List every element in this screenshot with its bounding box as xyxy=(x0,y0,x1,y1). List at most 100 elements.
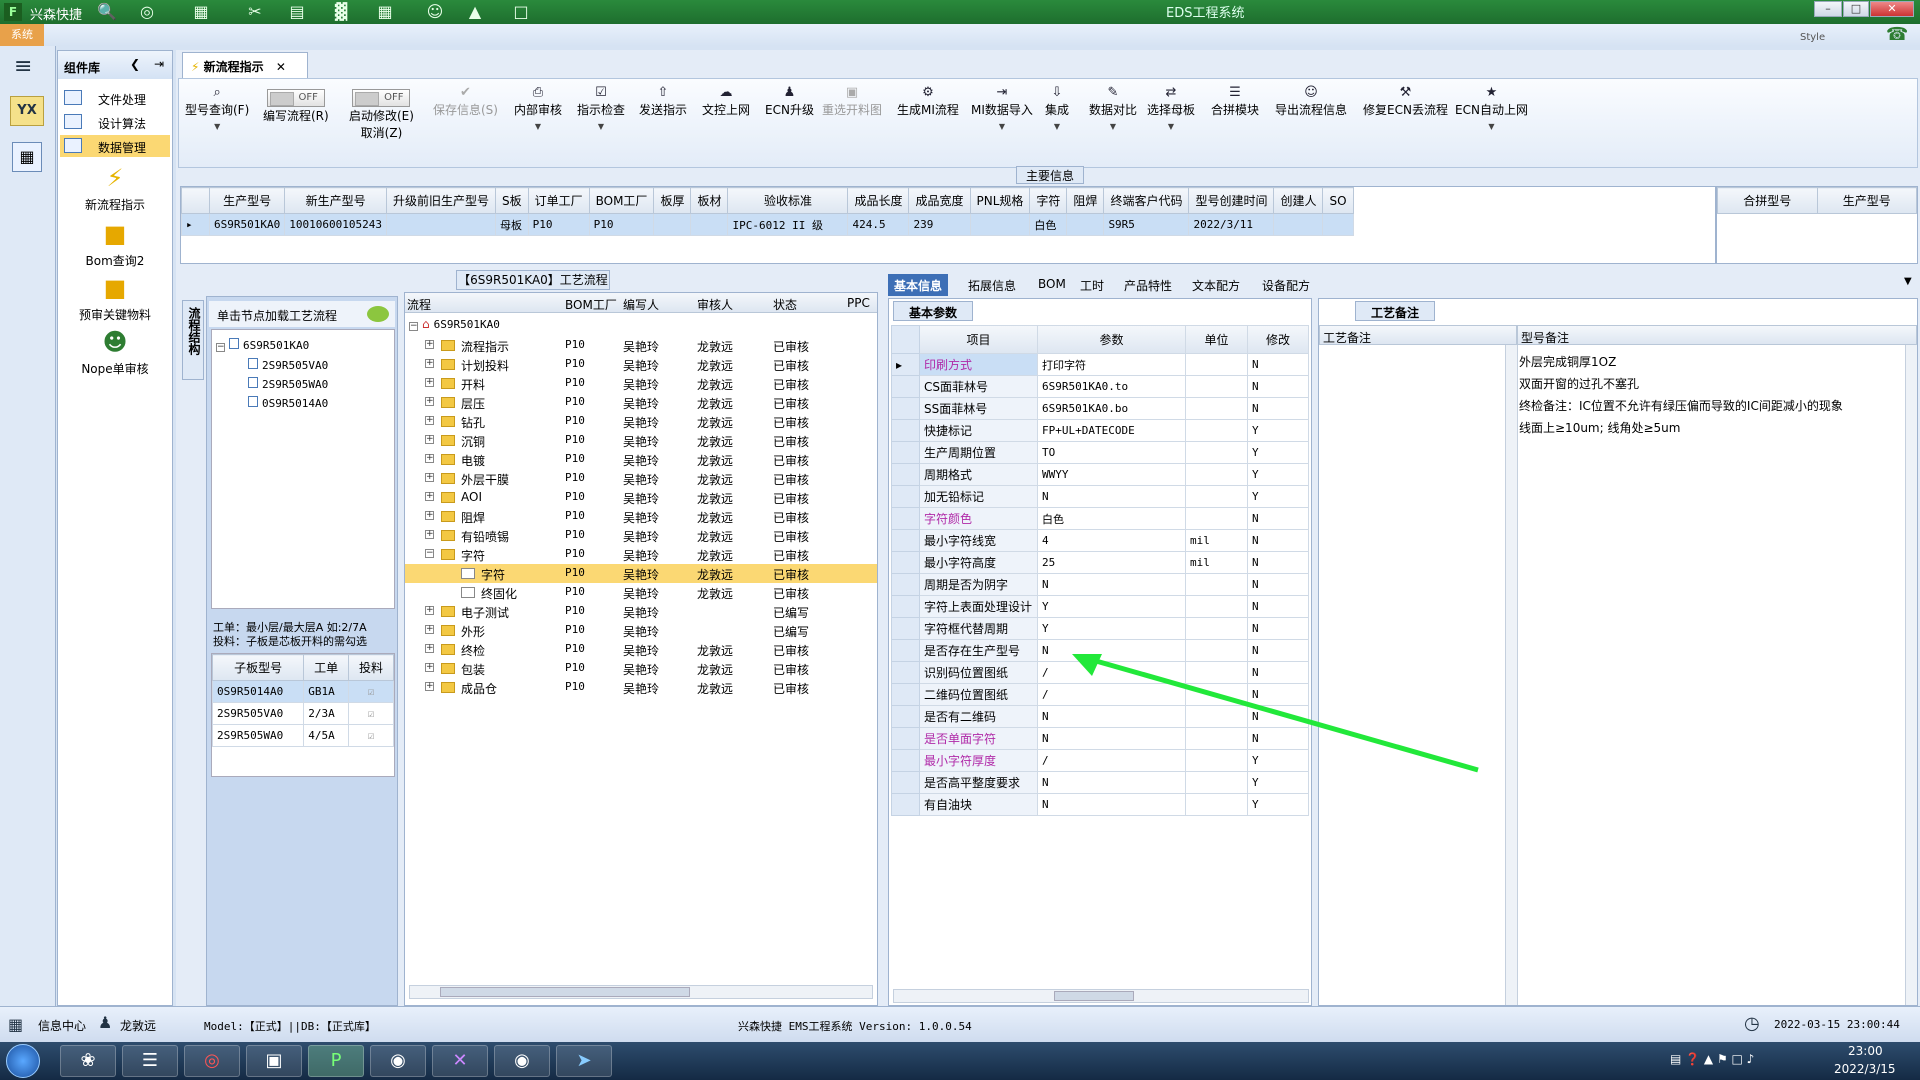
table-cell[interactable] xyxy=(690,213,729,236)
expand-icon[interactable]: + xyxy=(425,511,434,520)
flow-row[interactable]: + 包装 P10 吴艳玲 龙敦远 已审核 xyxy=(405,659,877,678)
monitor-icon[interactable]: □ xyxy=(510,2,532,22)
param-cell[interactable]: 是否有二维码 xyxy=(919,705,1038,728)
table-cell[interactable]: P10 xyxy=(588,213,655,236)
param-row[interactable]: 加无铅标记 N Y xyxy=(891,485,1309,508)
gen-mi-button[interactable]: ⚙ 生成MI流程 xyxy=(897,85,959,118)
param-cell[interactable]: Y xyxy=(1037,595,1186,618)
column-header[interactable]: 验收标准 xyxy=(727,187,849,214)
param-row[interactable]: 最小字符高度 25 mil N xyxy=(891,551,1309,574)
param-row[interactable]: CS面菲林号 6S9R501KA0.to N xyxy=(891,375,1309,398)
flow-row[interactable]: + 阻焊 P10 吴艳玲 龙敦远 已审核 xyxy=(405,507,877,526)
param-cell[interactable]: N xyxy=(1247,375,1309,398)
column-header[interactable]: PPC xyxy=(847,296,870,310)
param-cell[interactable]: 字符框代替周期 xyxy=(919,617,1038,640)
param-cell[interactable] xyxy=(1185,485,1248,508)
flow-root-node[interactable]: − ⌂ 6S9R501KA0 xyxy=(409,317,500,336)
check-button[interactable]: ☑ 指示检查 ▼ xyxy=(577,85,625,131)
key-material-button[interactable]: ■ 预审关键物料 xyxy=(60,273,170,323)
collapse-icon[interactable]: ❮ xyxy=(130,57,140,71)
param-cell[interactable]: 字符颜色 xyxy=(919,507,1038,530)
table-cell[interactable]: 母板 xyxy=(494,213,529,236)
close-icon[interactable]: ✕ xyxy=(276,60,286,74)
table-cell[interactable] xyxy=(1322,213,1354,236)
column-header[interactable]: 工单 xyxy=(303,654,350,681)
column-header[interactable]: 终端客户代码 xyxy=(1103,187,1190,214)
calculator-icon[interactable]: ▦ xyxy=(12,142,42,172)
table-row[interactable]: 0S9R5014A0 GB1A ☑ xyxy=(211,680,394,703)
flow-row[interactable]: + 电镀 P10 吴艳玲 龙敦远 已审核 xyxy=(405,450,877,469)
param-cell[interactable]: 最小字符线宽 xyxy=(919,529,1038,552)
maximize-button[interactable]: □ xyxy=(1843,1,1869,17)
param-cell[interactable] xyxy=(1185,573,1248,596)
v-scrollbar[interactable] xyxy=(1905,345,1917,1005)
flow-row[interactable]: + 计划投料 P10 吴艳玲 龙敦远 已审核 xyxy=(405,355,877,374)
feed-checkbox[interactable]: ☑ xyxy=(348,680,394,703)
param-row[interactable]: ▸ 印刷方式 打印字符 N xyxy=(891,353,1309,376)
flow-row[interactable]: + 开料 P10 吴艳玲 龙敦远 已审核 xyxy=(405,374,877,393)
column-header[interactable]: 生产型号 xyxy=(1816,187,1917,214)
table-cell[interactable] xyxy=(1273,213,1324,236)
column-header[interactable]: S板 xyxy=(494,187,529,214)
merge-module-button[interactable]: ☰ 合拼模块 xyxy=(1211,85,1259,118)
column-header[interactable]: 板材 xyxy=(690,187,729,214)
tree-node[interactable]: 2S9R505VA0 xyxy=(248,358,328,377)
flow-row[interactable]: + 流程指示 P10 吴艳玲 龙敦远 已审核 xyxy=(405,336,877,355)
table-row[interactable]: ▸ 6S9R501KA0 10010600105243 母板 P10 P10 IPC-601… xyxy=(181,213,1354,236)
param-cell[interactable]: FP+UL+DATECODE xyxy=(1037,419,1186,442)
param-cell[interactable]: 加无铅标记 xyxy=(919,485,1038,508)
param-cell[interactable]: N xyxy=(1247,529,1309,552)
column-header[interactable]: 子板型号 xyxy=(211,654,305,681)
load-hint-bar[interactable]: 单击节点加载工艺流程 xyxy=(209,301,395,327)
column-header[interactable]: SO xyxy=(1322,187,1354,214)
param-cell[interactable]: TO xyxy=(1037,441,1186,464)
column-header[interactable]: 升级前旧生产型号 xyxy=(385,187,496,214)
table-cell[interactable]: 2S9R505WA0 xyxy=(211,724,305,747)
table-cell[interactable] xyxy=(385,213,496,236)
table-cell[interactable]: 4/5A xyxy=(303,724,350,747)
param-cell[interactable]: Y xyxy=(1247,793,1309,816)
notepad-app-icon[interactable]: ☰ xyxy=(122,1045,178,1077)
remarks-tab[interactable]: 工艺备注 xyxy=(1355,301,1435,321)
model-remarks[interactable]: 外层完成铜厚1OZ 双面开窗的过孔不塞孔 终检备注：IC位置不允许有绿压偏而导致… xyxy=(1519,351,1899,439)
param-cell[interactable]: 字符上表面处理设计 xyxy=(919,595,1038,618)
remarks-col2-header[interactable]: 型号备注 xyxy=(1517,325,1917,345)
param-cell[interactable] xyxy=(1185,375,1248,398)
param-cell[interactable]: N xyxy=(1037,573,1186,596)
param-cell[interactable]: 打印字符 xyxy=(1037,353,1186,376)
flow-row[interactable]: + 有铅喷锡 P10 吴艳玲 龙敦远 已审核 xyxy=(405,526,877,545)
expand-icon[interactable]: + xyxy=(425,530,434,539)
param-cell[interactable]: 有自油块 xyxy=(919,793,1038,816)
column-header[interactable]: 修改 xyxy=(1247,325,1309,354)
doc-tab[interactable]: ⚡ 新流程指示 ✕ xyxy=(182,52,308,78)
shell-app-icon[interactable]: ❀ xyxy=(60,1045,116,1077)
param-cell[interactable]: 快捷标记 xyxy=(919,419,1038,442)
internal-review-button[interactable]: ⎙ 内部审核 ▼ xyxy=(514,85,562,131)
start-modify-toggle[interactable]: OFF 启动修改(E) 取消(Z) xyxy=(349,89,414,141)
param-cell[interactable]: mil xyxy=(1185,529,1248,552)
table-cell[interactable]: S9R5 xyxy=(1103,213,1190,236)
param-cell[interactable]: WWYY xyxy=(1037,463,1186,486)
fix-ecn-button[interactable]: ⚒ 修复ECN丢流程 xyxy=(1363,85,1448,118)
expand-icon[interactable]: + xyxy=(425,359,434,368)
table-cell[interactable]: P10 xyxy=(527,213,590,236)
table-cell[interactable]: 2S9R505VA0 xyxy=(211,702,305,725)
monitor-app-icon[interactable]: ◉ xyxy=(494,1045,550,1077)
tray-icons[interactable]: ▤ ❓ ▲ ⚑ □ ♪ xyxy=(1670,1052,1754,1066)
expand-icon[interactable]: + xyxy=(425,682,434,691)
flow-row[interactable]: 字符 P10 吴艳玲 龙敦远 已审核 xyxy=(405,564,877,583)
compare-button[interactable]: ✎ 数据对比 ▼ xyxy=(1089,85,1137,131)
h-scrollbar[interactable] xyxy=(893,989,1309,1003)
param-cell[interactable]: N xyxy=(1037,485,1186,508)
process-side-tab[interactable]: 流程结构 xyxy=(182,300,204,380)
flow-row[interactable]: + 钻孔 P10 吴艳玲 龙敦远 已审核 xyxy=(405,412,877,431)
upload-button[interactable]: ☁ 文控上网 xyxy=(702,85,750,118)
param-cell[interactable]: mil xyxy=(1185,551,1248,574)
write-flow-toggle[interactable]: OFF 编写流程(R) xyxy=(263,89,329,124)
column-header[interactable]: 订单工厂 xyxy=(527,187,590,214)
style-label[interactable]: Style xyxy=(1800,32,1825,43)
column-header[interactable]: 型号创建时间 xyxy=(1188,187,1275,214)
flow-row[interactable]: + 沉铜 P10 吴艳玲 龙敦远 已审核 xyxy=(405,431,877,450)
param-row[interactable]: 最小字符线宽 4 mil N xyxy=(891,529,1309,552)
flow-row[interactable]: + 层压 P10 吴艳玲 龙敦远 已审核 xyxy=(405,393,877,412)
